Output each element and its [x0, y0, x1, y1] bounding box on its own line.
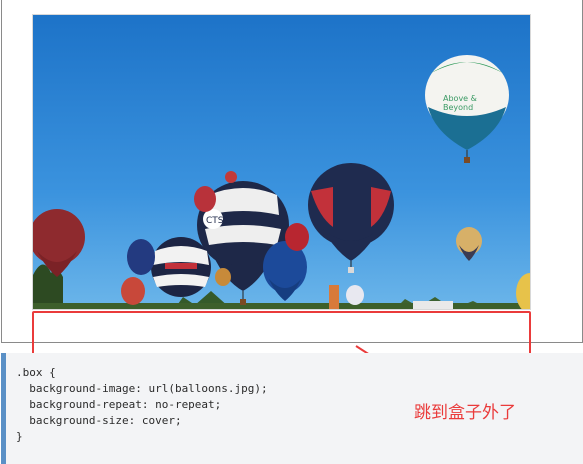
balloon-left-striped: [151, 237, 211, 297]
balloon-white-small: [346, 285, 364, 305]
annotation-label: 跳到盒子外了: [414, 403, 516, 423]
balloon-small-red: [285, 223, 309, 251]
balloon-tiny-red: [225, 171, 237, 183]
balloon-brown-small: [215, 268, 231, 286]
code-line: .box {: [16, 366, 56, 379]
background-image-box: Above & Beyond CTS: [32, 14, 531, 310]
code-line: }: [16, 430, 23, 443]
svg-text:Above &: Above &: [443, 94, 477, 103]
hot-air-balloons-photo: Above & Beyond CTS: [33, 15, 530, 309]
balloon-small-red-2: [194, 186, 216, 212]
svg-text:Beyond: Beyond: [443, 103, 473, 112]
balloon-orange-small: [121, 277, 145, 305]
svg-text:CTS: CTS: [206, 216, 224, 226]
page: Above & Beyond CTS .box {background-ima…: [0, 0, 583, 464]
code-line: background-image: url(balloons.jpg);: [16, 382, 268, 395]
balloon-navy-small: [127, 239, 155, 275]
